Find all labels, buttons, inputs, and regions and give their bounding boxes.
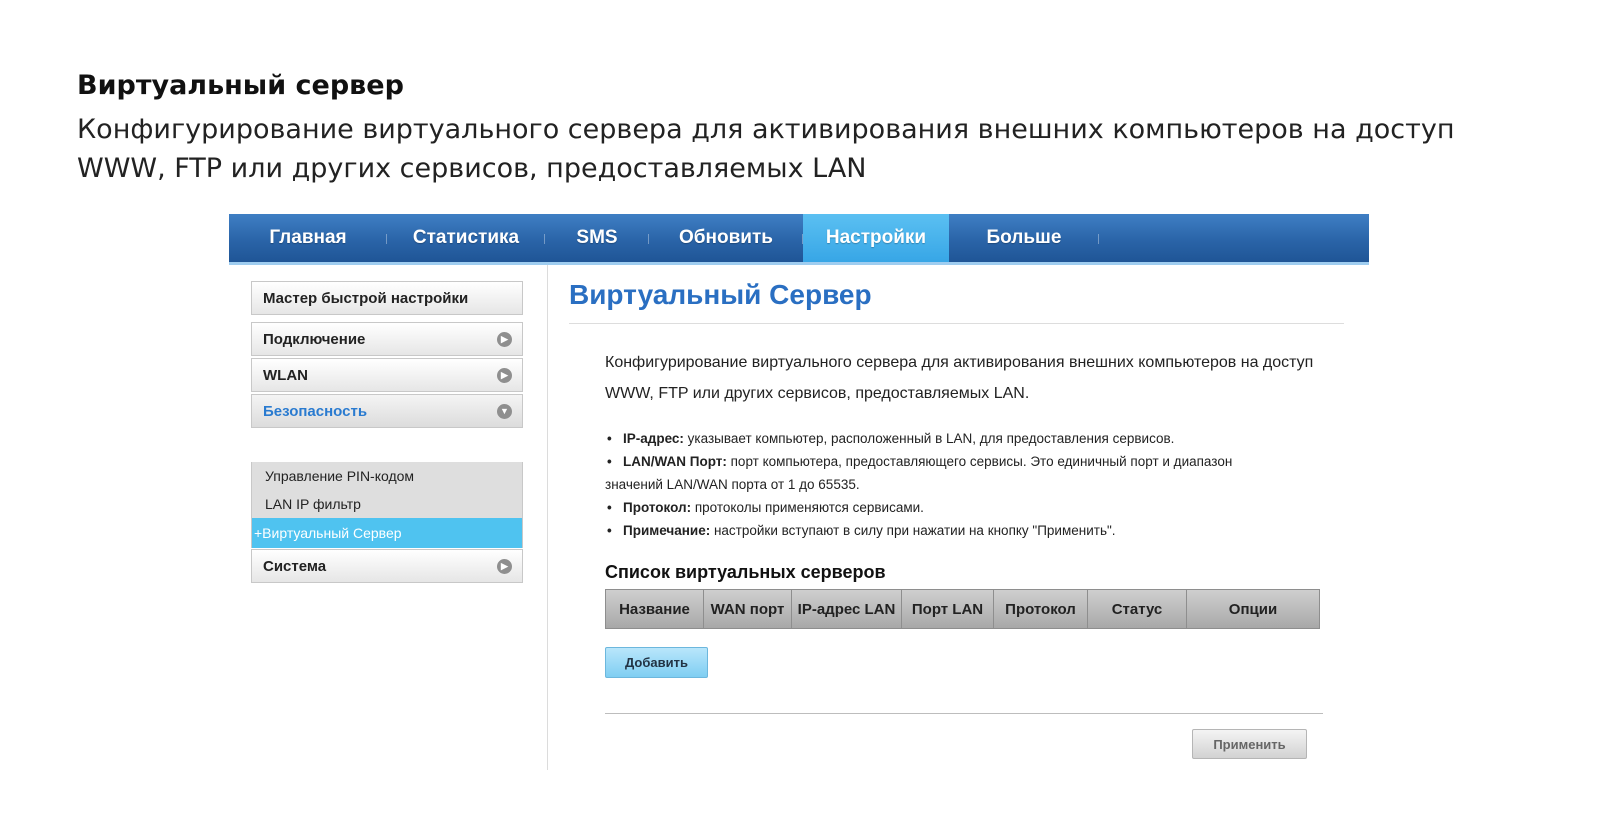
- tab-statistics[interactable]: Статистика: [387, 214, 545, 262]
- virtual-server-table-header: Название WAN порт IP-адрес LAN Порт LAN …: [605, 589, 1320, 629]
- tab-more[interactable]: Больше: [949, 214, 1099, 262]
- bullet-ip-address: IP-адрес: указывает компьютер, расположе…: [605, 427, 1335, 450]
- apply-button[interactable]: Применить: [1192, 729, 1307, 759]
- sidebar-item-label: Мастер быстрой настройки: [263, 289, 469, 307]
- page-intro: Конфигурирование виртуального сервера дл…: [605, 354, 1314, 402]
- sidebar-item-system[interactable]: Система ▶: [251, 549, 523, 583]
- document-heading: Виртуальный сервер: [77, 70, 404, 101]
- chevron-right-icon: ▶: [497, 367, 512, 383]
- column-header-protocol: Протокол: [994, 590, 1088, 628]
- sidebar-item-label: Система: [263, 557, 327, 575]
- bullet-protocol: Протокол: протоколы применяются сервисам…: [605, 496, 1335, 519]
- top-navigation: Главная Статистика SMS Обновить Настройк…: [229, 214, 1369, 265]
- chevron-down-icon: ▼: [497, 403, 512, 419]
- chevron-right-icon: ▶: [497, 558, 512, 574]
- sidebar-subitem-lan-ip-filter[interactable]: LAN IP фильтр: [252, 490, 522, 518]
- sidebar-item-label: Подключение: [263, 330, 366, 348]
- title-divider: [569, 323, 1344, 324]
- column-header-options: Опции: [1228, 600, 1278, 618]
- bullet-lan-wan-port: LAN/WAN Порт: порт компьютера, предостав…: [605, 450, 1335, 473]
- main-content: Виртуальный Сервер Конфигурирование вирт…: [569, 265, 1349, 770]
- tab-update[interactable]: Обновить: [649, 214, 803, 262]
- document-description: Конфигурирование виртуального сервера дл…: [77, 114, 1455, 184]
- sidebar-item-quick-setup[interactable]: Мастер быстрой настройки: [251, 281, 523, 315]
- sidebar-subitem-pin-management[interactable]: Управление PIN-кодом: [252, 462, 522, 490]
- sidebar-item-wlan[interactable]: WLAN ▶: [251, 358, 523, 392]
- sidebar-subitem-virtual-server[interactable]: +Виртуальный Сервер: [252, 518, 522, 548]
- chevron-right-icon: ▶: [497, 331, 512, 347]
- router-ui-screenshot: Главная Статистика SMS Обновить Настройк…: [229, 214, 1369, 770]
- tab-sms[interactable]: SMS: [545, 214, 649, 262]
- column-header-name: Название: [606, 590, 704, 628]
- sidebar-item-security[interactable]: Безопасность ▼: [251, 394, 523, 428]
- page-title: Виртуальный Сервер: [569, 279, 872, 310]
- tab-settings[interactable]: Настройки: [803, 214, 949, 262]
- sidebar-item-label: WLAN: [263, 366, 308, 384]
- sidebar-item-connection[interactable]: Подключение ▶: [251, 322, 523, 356]
- column-header-status: Статус: [1088, 590, 1187, 628]
- settings-sidebar: Мастер быстрой настройки Подключение ▶ W…: [229, 265, 548, 770]
- bullet-lan-wan-port-continued: значений LAN/WAN порта от 1 до 65535.: [605, 477, 860, 492]
- help-bullets: IP-адрес: указывает компьютер, расположе…: [605, 427, 1335, 542]
- column-header-lan-ip: IP-адрес LAN: [792, 590, 902, 628]
- tab-home[interactable]: Главная: [229, 214, 387, 262]
- column-header-lan-port: Порт LAN: [902, 590, 994, 628]
- sidebar-item-label: Безопасность: [263, 402, 368, 420]
- bullet-note: Примечание: настройки вступают в силу пр…: [605, 519, 1335, 542]
- column-header-wan-port: WAN порт: [704, 590, 792, 628]
- add-button[interactable]: Добавить: [605, 647, 708, 678]
- virtual-server-list-heading: Список виртуальных серверов: [605, 562, 886, 582]
- bottom-divider: [605, 713, 1323, 714]
- security-submenu: Управление PIN-кодом LAN IP фильтр +Вирт…: [251, 462, 523, 548]
